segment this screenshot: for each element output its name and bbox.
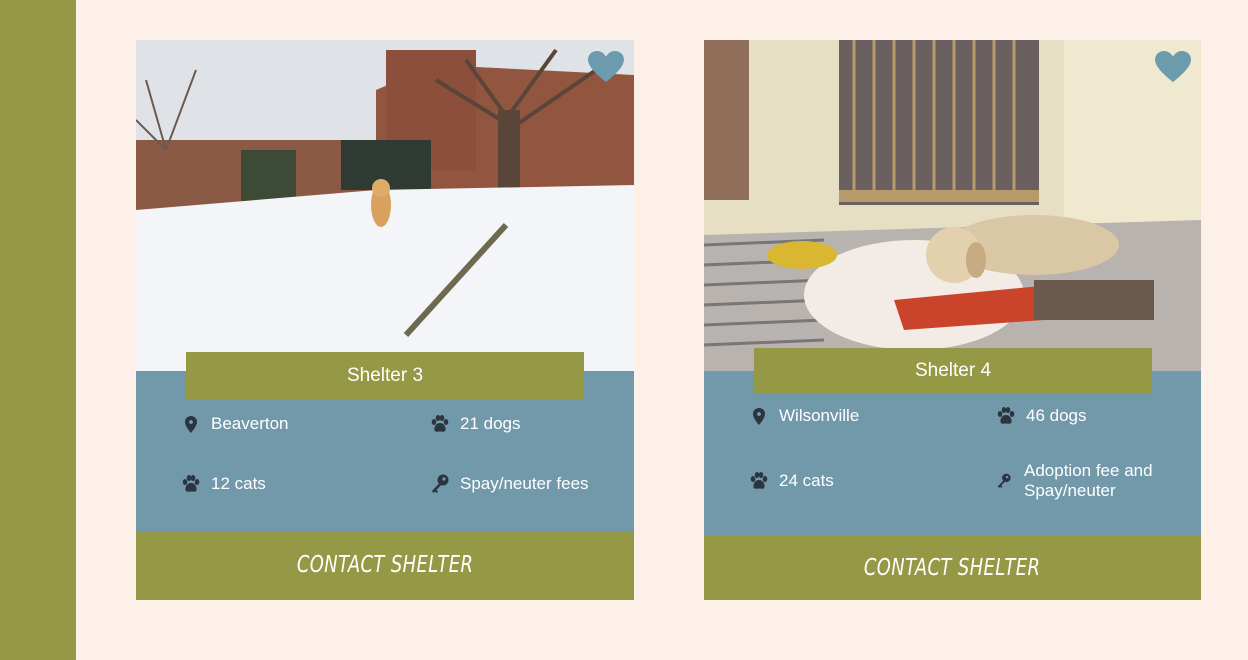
- paw-icon: [181, 474, 201, 494]
- location-info: Beaverton: [181, 414, 289, 434]
- location-text: Beaverton: [211, 414, 289, 433]
- map-pin-icon: [749, 406, 769, 426]
- key-icon: [994, 471, 1014, 491]
- paw-icon: [996, 406, 1016, 426]
- paw-icon: [430, 414, 450, 434]
- shelter-card: Shelter 3 Beaverton 21 dogs 12 cats Spay…: [136, 40, 634, 600]
- contact-shelter-label: CONTACT SHELTER: [296, 552, 474, 578]
- dogs-text: 21 dogs: [460, 414, 521, 433]
- sidebar: [0, 0, 76, 660]
- fees-text-line1: Adoption fee and: [1024, 461, 1153, 480]
- favorite-heart-icon[interactable]: [587, 50, 625, 84]
- dogs-text: 46 dogs: [1026, 406, 1087, 425]
- contact-shelter-button[interactable]: CONTACT SHELTER: [136, 531, 634, 600]
- location-info: Wilsonville: [749, 406, 859, 426]
- fees-text: Adoption fee and Spay/neuter: [1024, 461, 1153, 501]
- location-text: Wilsonville: [779, 406, 860, 425]
- contact-shelter-label: CONTACT SHELTER: [864, 555, 1041, 581]
- fees-info: Adoption fee and Spay/neuter: [994, 461, 1153, 501]
- fees-text-line2: Spay/neuter: [1024, 481, 1116, 500]
- cats-info: 24 cats: [749, 471, 834, 491]
- cats-text: 12 cats: [211, 474, 266, 493]
- key-icon: [430, 474, 450, 494]
- contact-shelter-button[interactable]: CONTACT SHELTER: [704, 536, 1201, 600]
- favorite-heart-icon[interactable]: [1154, 50, 1192, 84]
- dogs-info: 46 dogs: [996, 406, 1087, 426]
- cats-text: 24 cats: [779, 471, 834, 490]
- cats-info: 12 cats: [181, 474, 266, 494]
- shelter-photo: [704, 40, 1201, 371]
- paw-icon: [749, 471, 769, 491]
- shelter-name: Shelter 3: [186, 352, 584, 400]
- shelter-photo: [136, 40, 634, 371]
- shelter-name: Shelter 4: [754, 348, 1152, 394]
- fees-info: Spay/neuter fees: [430, 474, 589, 494]
- shelter-card: Shelter 4 Wilsonville 46 dogs 24 cats Ad…: [704, 40, 1201, 600]
- map-pin-icon: [181, 414, 201, 434]
- fees-text: Spay/neuter fees: [460, 474, 589, 493]
- dogs-info: 21 dogs: [430, 414, 521, 434]
